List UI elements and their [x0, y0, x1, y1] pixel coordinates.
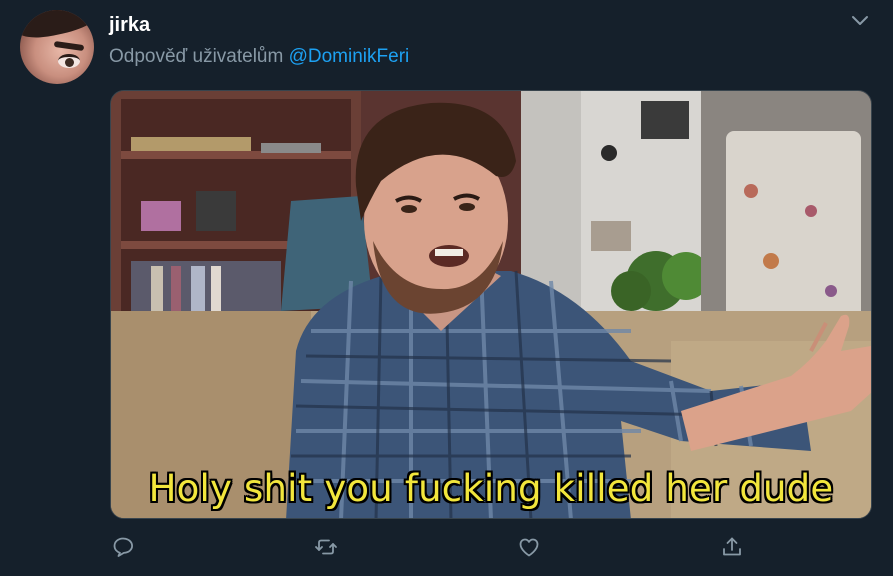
- retweet-button[interactable]: [311, 532, 341, 562]
- share-button[interactable]: [717, 532, 747, 562]
- reply-context: Odpověď uživatelům @DominikFeri: [109, 45, 409, 69]
- reply-mention-link[interactable]: @DominikFeri: [289, 46, 410, 67]
- reply-prefix: Odpověď uživatelům: [109, 46, 289, 67]
- retweet-icon: [315, 539, 337, 555]
- tweet: jirka Odpověď uživatelům @DominikFeri Ho…: [0, 0, 893, 576]
- meme-scene-image: [111, 91, 871, 518]
- meme-caption: Holy shit you fucking killed her dude: [148, 467, 834, 510]
- share-icon: [723, 537, 741, 556]
- avatar[interactable]: [20, 10, 94, 84]
- reply-button[interactable]: [108, 532, 138, 562]
- username[interactable]: jirka: [109, 13, 150, 37]
- heart-icon: [519, 538, 539, 557]
- chevron-down-icon[interactable]: [851, 12, 869, 30]
- tweet-media-image[interactable]: Holy shit you fucking killed her dude: [110, 90, 872, 519]
- like-button[interactable]: [514, 532, 544, 562]
- reply-icon: [113, 537, 133, 557]
